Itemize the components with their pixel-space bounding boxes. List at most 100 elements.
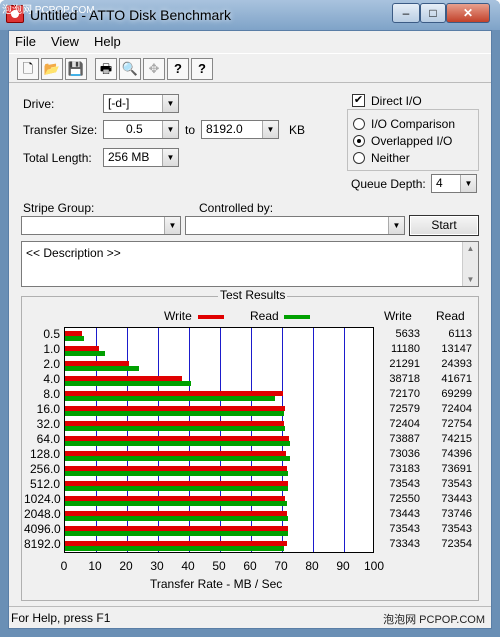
total-length-label: Total Length: <box>23 151 92 165</box>
client-area: File View Help 🗋 📂 💾 🖶 🔍 ✥ ? ? Drive: [-… <box>8 30 492 629</box>
y-tick-label: 1024.0 <box>24 492 61 507</box>
description-scrollbar[interactable]: ▲ ▼ <box>462 242 478 286</box>
chevron-down-icon: ▼ <box>262 121 278 138</box>
bar-read <box>65 380 192 386</box>
chevron-down-icon: ▼ <box>164 217 180 234</box>
write-value: 73887 <box>389 433 420 445</box>
title-bar[interactable]: 泡泡网 PCPOP.COM Untitled - ATTO Disk Bench… <box>0 0 500 30</box>
watermark-bottom: 泡泡网 PCPOP.COM <box>383 614 485 626</box>
menu-bar: File View Help <box>9 31 491 53</box>
controlled-by-select[interactable]: ▼ <box>185 216 405 235</box>
bar-read <box>65 350 105 356</box>
start-button[interactable]: Start <box>409 215 479 236</box>
close-button[interactable]: ✕ <box>446 3 490 23</box>
legend-read-label: Read <box>250 309 279 323</box>
x-tick-label: 80 <box>305 559 319 573</box>
write-column-header: Write <box>384 309 412 323</box>
io-comparison-label: I/O Comparison <box>371 117 456 131</box>
write-value: 72404 <box>389 417 420 430</box>
status-text: For Help, press F1 <box>11 611 111 625</box>
print-preview-icon[interactable]: 🔍 <box>119 58 141 80</box>
minimize-button[interactable]: – <box>392 3 420 23</box>
y-tick-label: 256.0 <box>29 462 60 477</box>
help-icon[interactable]: ? <box>167 58 189 80</box>
scroll-up-icon[interactable]: ▲ <box>463 244 478 253</box>
legend-read-swatch <box>284 315 310 319</box>
bar-read <box>65 471 289 477</box>
window-title: Untitled - ATTO Disk Benchmark <box>30 7 231 23</box>
total-length-select[interactable]: 256 MB ▼ <box>103 148 179 167</box>
write-value: 73543 <box>389 478 420 491</box>
write-value: 72579 <box>389 402 420 415</box>
total-length-value: 256 MB <box>108 150 150 164</box>
read-value: 73543 <box>441 478 472 491</box>
read-value: 74215 <box>441 433 472 445</box>
toolbar: 🗋 📂 💾 🖶 🔍 ✥ ? ? <box>9 53 491 83</box>
bar-read <box>65 486 288 492</box>
write-value: 72550 <box>389 493 420 506</box>
read-value: 74396 <box>441 448 472 461</box>
y-tick-label: 0.5 <box>43 326 60 341</box>
bar-read <box>65 395 275 401</box>
menu-file[interactable]: File <box>15 34 36 49</box>
stripe-group-select[interactable]: ▼ <box>21 216 181 235</box>
move-icon[interactable]: ✥ <box>143 58 165 80</box>
neither-radio[interactable] <box>353 152 365 164</box>
print-icon[interactable]: 🖶 <box>95 58 117 80</box>
read-value: 72754 <box>441 417 472 430</box>
direct-io-checkbox[interactable]: ✔ <box>352 94 365 107</box>
y-tick-label: 8.0 <box>43 386 60 401</box>
read-value: 69299 <box>441 387 472 400</box>
context-help-icon[interactable]: ? <box>191 58 213 80</box>
bar-read <box>65 335 84 341</box>
chevron-down-icon: ▼ <box>162 121 178 138</box>
read-value: 72404 <box>441 402 472 415</box>
bar-read <box>65 441 290 446</box>
bar-read <box>65 531 288 537</box>
x-tick-label: 90 <box>336 559 350 573</box>
open-icon[interactable]: 📂 <box>41 58 63 80</box>
y-tick-label: 4096.0 <box>24 522 61 537</box>
y-tick-label: 16.0 <box>36 401 60 416</box>
save-icon[interactable]: 💾 <box>65 58 87 80</box>
io-comparison-radio[interactable] <box>353 118 365 130</box>
write-value: 11180 <box>391 342 420 355</box>
transfer-size-from-select[interactable]: 0.5 ▼ <box>103 120 179 139</box>
new-icon[interactable]: 🗋 <box>17 58 39 80</box>
queue-depth-value: 4 <box>436 176 443 190</box>
x-tick-label: 50 <box>212 559 226 573</box>
transfer-size-to-value: 8192.0 <box>206 122 243 136</box>
legend-write-swatch <box>198 315 224 319</box>
write-value: 73183 <box>389 463 420 476</box>
description-field[interactable]: << Description >> ▲ ▼ <box>21 241 479 287</box>
direct-io-label: Direct I/O <box>371 94 422 108</box>
bar-read <box>65 456 291 462</box>
gridline <box>313 328 314 552</box>
read-value: 41671 <box>441 372 472 385</box>
read-value: 73691 <box>441 463 472 476</box>
write-value: 21291 <box>389 357 420 370</box>
read-column-header: Read <box>436 309 465 323</box>
maximize-button[interactable]: □ <box>420 3 446 23</box>
y-tick-label: 512.0 <box>29 477 60 492</box>
bar-read <box>65 546 285 552</box>
scroll-down-icon[interactable]: ▼ <box>463 275 478 284</box>
bar-read <box>65 501 288 507</box>
read-value: 73746 <box>441 508 472 521</box>
chevron-down-icon: ▼ <box>460 175 476 192</box>
overlapped-io-radio[interactable] <box>353 135 365 147</box>
drive-value: [-d-] <box>108 96 130 110</box>
queue-depth-select[interactable]: 4 ▼ <box>431 174 477 193</box>
transfer-size-to-select[interactable]: 8192.0 ▼ <box>201 120 279 139</box>
menu-help[interactable]: Help <box>94 34 121 49</box>
x-tick-label: 30 <box>150 559 164 573</box>
y-tick-label: 4.0 <box>43 371 60 386</box>
x-tick-label: 60 <box>243 559 257 573</box>
x-axis-title: Transfer Rate - MB / Sec <box>150 577 283 591</box>
menu-view[interactable]: View <box>51 34 79 49</box>
drive-select[interactable]: [-d-] ▼ <box>103 94 179 113</box>
drive-label: Drive: <box>23 97 55 111</box>
write-value: 72170 <box>389 387 420 400</box>
transfer-size-from-value: 0.5 <box>126 122 143 136</box>
x-tick-label: 20 <box>119 559 133 573</box>
